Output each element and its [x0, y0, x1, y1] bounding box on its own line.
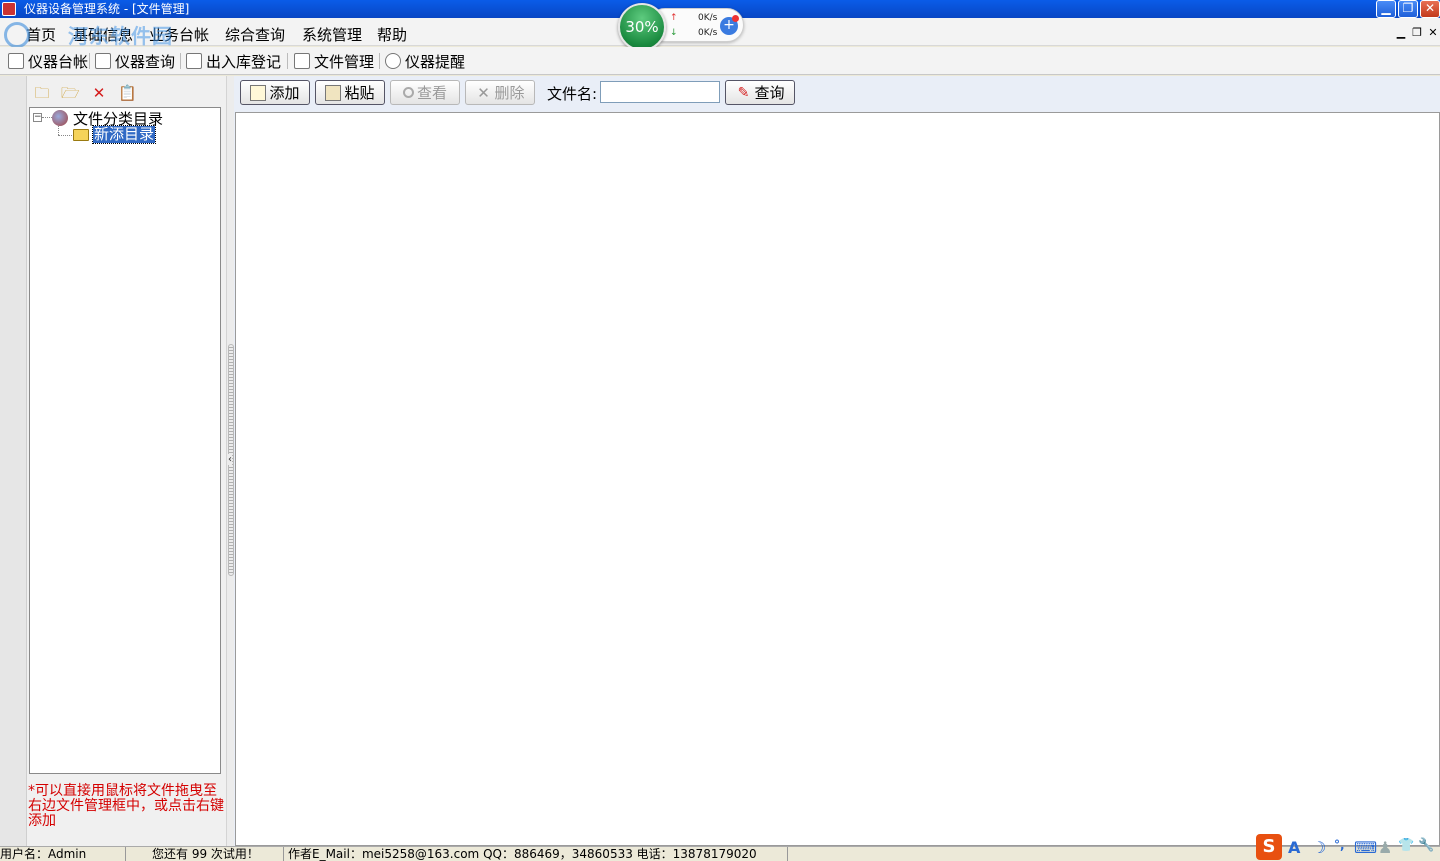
- memory-usage-ball[interactable]: 30%: [618, 3, 666, 51]
- ime-settings-wrench-icon[interactable]: 🔧: [1418, 838, 1434, 853]
- toolbar-label: 仪器查询: [115, 52, 176, 71]
- status-trial-count: 您还有 99 次试用！: [152, 847, 284, 861]
- window-title: 仪器设备管理系统 - [文件管理]: [24, 2, 190, 16]
- search-icon: ✎: [737, 84, 750, 101]
- view-button[interactable]: 查看: [390, 80, 460, 105]
- drag-drop-hint: *可以直接用鼠标将文件拖曳至右边文件管理框中，或点击右键添加: [28, 783, 224, 829]
- network-monitor[interactable]: ↑ ↓ 0K/s 0K/s + 30%: [618, 3, 746, 51]
- toolbar-separator: [287, 53, 288, 69]
- menu-basic-info[interactable]: 基础信息: [73, 24, 133, 45]
- menu-home[interactable]: 首页: [26, 24, 56, 45]
- minimize-button[interactable]: ▁: [1376, 0, 1396, 18]
- ime-user-icon[interactable]: ♟: [1378, 838, 1392, 857]
- paste-icon: [325, 84, 342, 101]
- panel-splitter[interactable]: ‹: [226, 76, 234, 846]
- toolbar-instrument-query[interactable]: 仪器查询: [95, 51, 175, 71]
- notification-dot: [732, 15, 739, 22]
- reminder-icon: [385, 53, 401, 69]
- menu-help[interactable]: 帮助: [377, 24, 407, 45]
- register-icon: [186, 53, 202, 69]
- toolbar-label: 仪器提醒: [405, 52, 466, 71]
- file-list-area[interactable]: [235, 112, 1440, 846]
- status-contact: 作者E_Mail：mei5258@163.com QQ：886469，34860…: [288, 847, 788, 861]
- search-button-label: 查询: [754, 84, 785, 102]
- search-doc-icon: [95, 53, 111, 69]
- ime-letter-mode-icon[interactable]: A: [1288, 838, 1300, 857]
- collapse-left-icon[interactable]: ‹: [228, 454, 232, 465]
- download-rate: 0K/s: [698, 28, 718, 38]
- ime-skin-shirt-icon[interactable]: 👕: [1398, 838, 1414, 853]
- toolbar-separator: [180, 53, 181, 69]
- tree-root-icon: [52, 110, 68, 126]
- delete-button-label: 删除: [494, 84, 525, 102]
- ime-halfwidth-moon-icon[interactable]: ☽: [1312, 838, 1326, 857]
- tree-collapse-icon[interactable]: −: [33, 113, 42, 122]
- add-file-icon: [250, 84, 267, 101]
- search-button[interactable]: ✎ 查询: [725, 80, 795, 105]
- menu-query[interactable]: 综合查询: [225, 24, 285, 45]
- delete-button[interactable]: ✕ 删除: [465, 80, 535, 105]
- open-folder-icon[interactable]: 🗁: [61, 84, 80, 102]
- menu-business-ledger[interactable]: 业务台帐: [149, 24, 209, 45]
- paste-icon[interactable]: 📋: [118, 84, 137, 102]
- toolbar-instrument-reminder[interactable]: 仪器提醒: [385, 51, 465, 71]
- app-icon: [2, 2, 16, 16]
- toolbar-label: 出入库登记: [206, 52, 282, 71]
- maximize-button[interactable]: ❐: [1398, 0, 1418, 18]
- ime-punctuation-icon[interactable]: °,: [1334, 838, 1345, 852]
- toolbar-separator: [379, 53, 380, 69]
- toolbar-label: 仪器台帐: [28, 52, 89, 71]
- download-arrow-icon: ↓: [670, 28, 678, 38]
- toolbar-label: 文件管理: [314, 52, 375, 71]
- tree-connector: [58, 135, 72, 136]
- upload-arrow-icon: ↑: [670, 13, 678, 23]
- new-folder-icon[interactable]: 🗀: [33, 84, 51, 102]
- magnifier-icon: [402, 87, 414, 98]
- ime-toolbar[interactable]: S A ☽ °, ⌨ ♟ 👕 🔧: [1256, 834, 1440, 860]
- status-user: 用户名：Admin: [0, 847, 126, 861]
- mdi-close-button[interactable]: ✕: [1426, 26, 1440, 39]
- add-button-label: 添加: [269, 84, 300, 102]
- delete-folder-icon[interactable]: ✕: [90, 84, 108, 102]
- toolbar-separator: [89, 53, 90, 69]
- folder-icon: [73, 129, 89, 141]
- toolbar-instrument-ledger[interactable]: 仪器台帐: [8, 51, 88, 71]
- paste-button-label: 粘贴: [344, 84, 375, 102]
- view-button-label: 查看: [416, 84, 447, 102]
- toolbar-file-management[interactable]: 文件管理: [294, 51, 374, 71]
- ledger-icon: [8, 53, 24, 69]
- sogou-ime-logo-icon[interactable]: S: [1256, 834, 1282, 860]
- mdi-restore-button[interactable]: ❐: [1410, 26, 1424, 39]
- delete-x-icon: ✕: [477, 83, 490, 102]
- filename-label: 文件名:: [547, 85, 598, 103]
- close-button[interactable]: ✕: [1420, 0, 1440, 18]
- paste-button[interactable]: 粘贴: [315, 80, 385, 105]
- tree-item-new-folder[interactable]: 新添目录: [91, 125, 157, 144]
- tree-connector: [58, 126, 59, 135]
- category-panel: 🗀 🗁 ✕ 📋 − 文件分类目录 新添目录 *可以直接用鼠标将文件拖曳至右边文件…: [27, 76, 226, 846]
- file-manager-icon: [294, 53, 310, 69]
- left-dock-strip: [0, 76, 27, 846]
- toolbar-stock-register[interactable]: 出入库登记: [186, 51, 281, 71]
- filename-input[interactable]: [600, 81, 720, 103]
- menu-system[interactable]: 系统管理: [302, 24, 362, 45]
- add-button[interactable]: 添加: [240, 80, 310, 105]
- main-toolbar: 仪器台帐 仪器查询 出入库登记 文件管理 仪器提醒: [0, 47, 1440, 75]
- mdi-minimize-button[interactable]: ▁: [1394, 26, 1408, 39]
- status-bar: 用户名：Admin 您还有 99 次试用！ 作者E_Mail：mei5258@1…: [0, 846, 1440, 861]
- category-tree[interactable]: − 文件分类目录 新添目录: [29, 107, 221, 774]
- upload-rate: 0K/s: [698, 13, 718, 23]
- tree-connector: [42, 117, 52, 118]
- file-management-panel: 添加 粘贴 查看 ✕ 删除 文件名: ✎ 查询: [234, 76, 1440, 846]
- ime-keyboard-icon[interactable]: ⌨: [1354, 838, 1377, 857]
